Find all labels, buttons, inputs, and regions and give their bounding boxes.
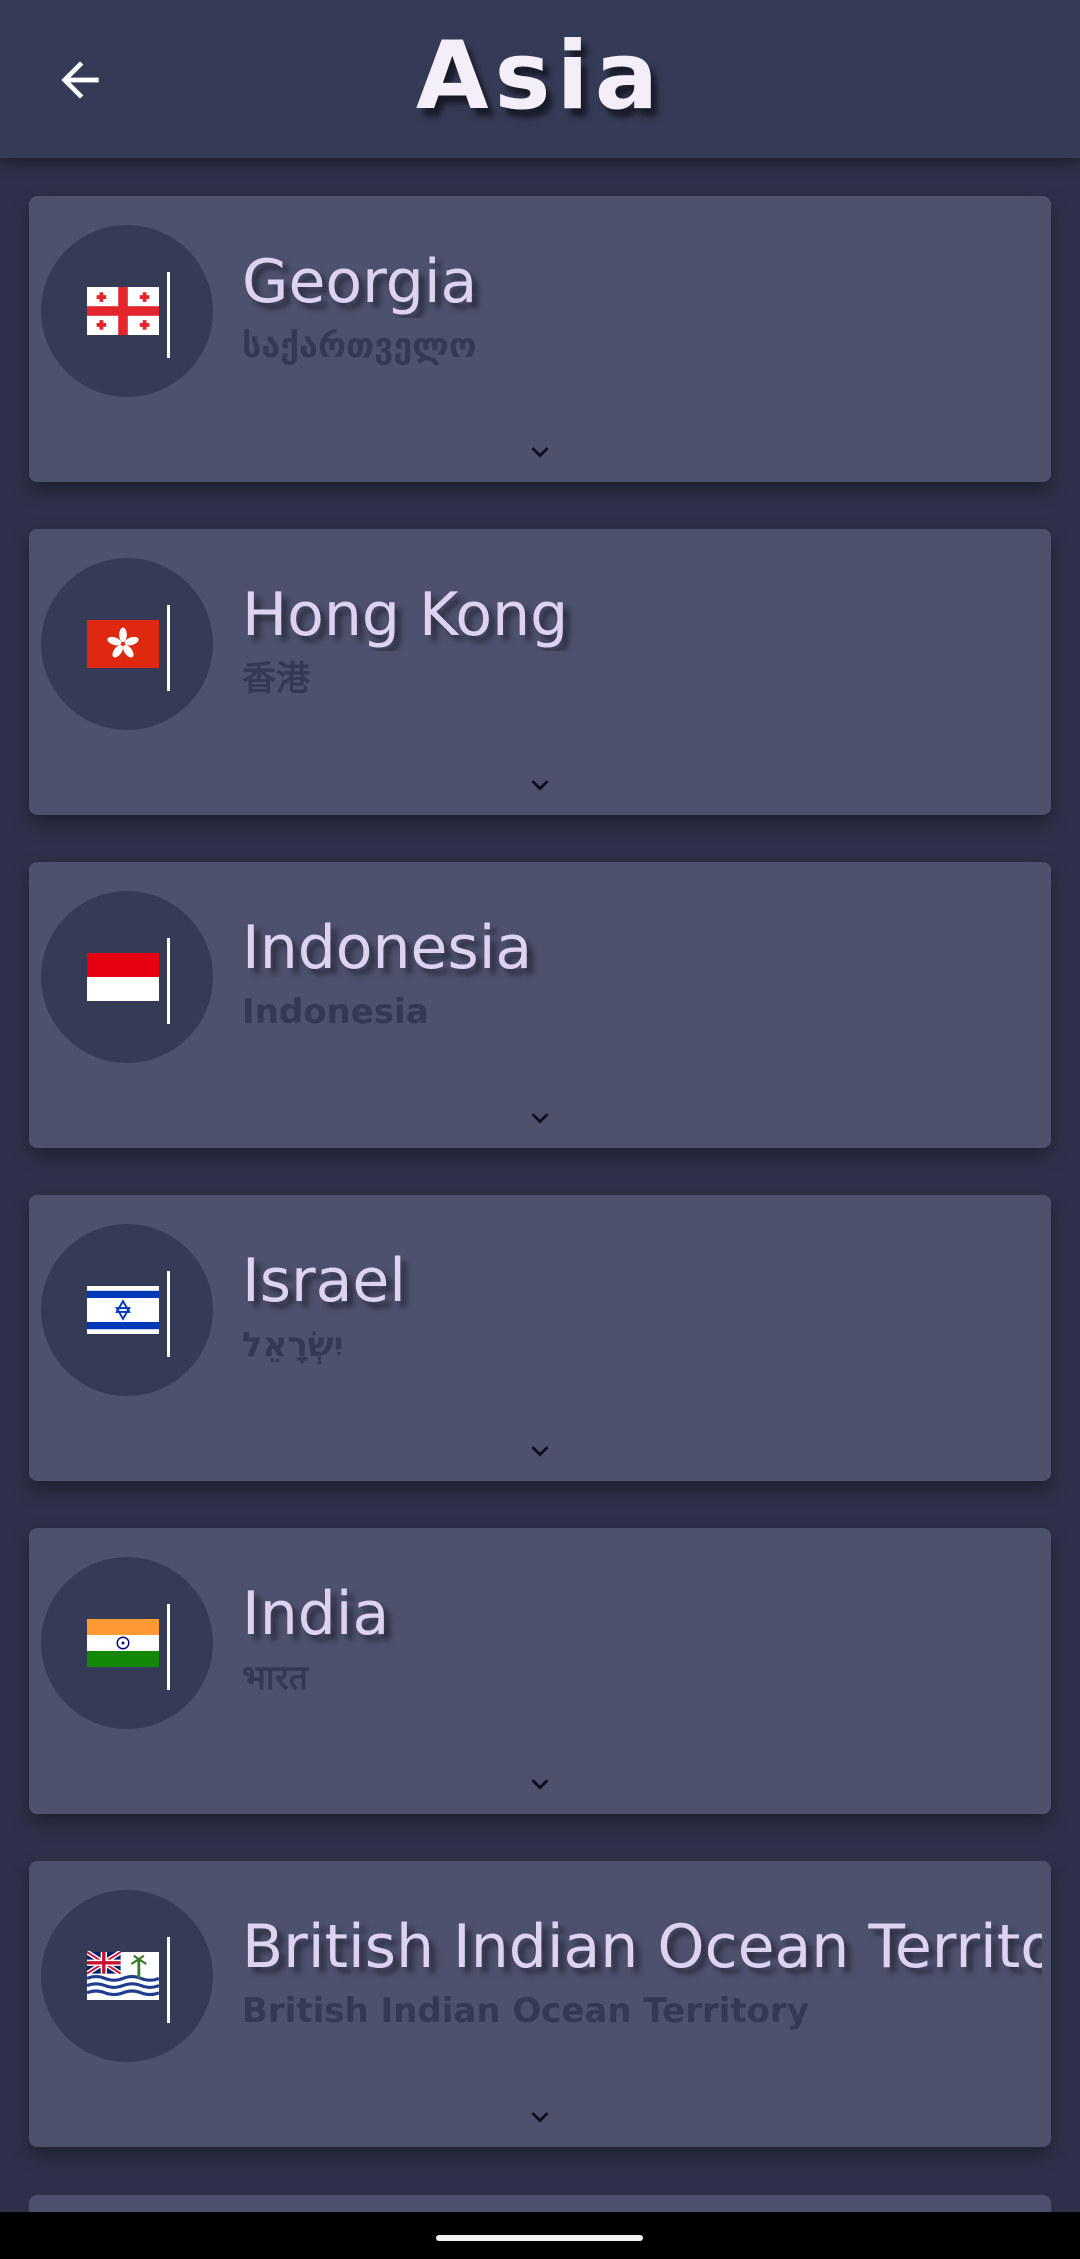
flag-pole — [167, 1937, 170, 2023]
country-name: Indonesia — [242, 913, 533, 983]
hong-kong-flag-icon — [87, 620, 159, 668]
chevron-down-icon — [531, 1779, 549, 1790]
british-indian-ocean-territory-flag-icon — [87, 1951, 159, 2000]
expand-chevron[interactable] — [520, 1098, 560, 1138]
country-card-india[interactable]: India भारत — [29, 1528, 1051, 1814]
country-name: Georgia — [242, 247, 478, 317]
chevron-down-icon — [531, 1113, 549, 1124]
flag-avatar — [41, 558, 213, 730]
native-name: יִשְׂרָאֵל — [242, 1325, 344, 1365]
chevron-down-icon — [531, 780, 549, 791]
country-name: Israel — [242, 1246, 406, 1316]
israel-flag-icon — [87, 1286, 159, 1334]
expand-chevron[interactable] — [520, 432, 560, 472]
flag-avatar — [41, 1890, 213, 2062]
country-list: Georgia საქართველო Hong Kong 香港 Indonesi… — [29, 196, 1051, 2194]
country-name: British Indian Ocean Territory — [242, 1912, 1042, 1982]
flag-pole — [167, 1271, 170, 1357]
flag-pole — [167, 605, 170, 691]
country-name: India — [242, 1579, 390, 1649]
india-flag-icon — [87, 1619, 159, 1667]
screen: Asia Georgia საქართველო Hong Kong 香港 Ind… — [0, 0, 1080, 2259]
expand-chevron[interactable] — [520, 1764, 560, 1804]
expand-chevron[interactable] — [520, 765, 560, 805]
native-name: Indonesia — [242, 992, 429, 1032]
native-name: საქართველო — [242, 326, 477, 366]
flag-avatar — [41, 891, 213, 1063]
native-name: भारत — [242, 1658, 308, 1698]
chevron-down-icon — [531, 2112, 549, 2123]
indonesia-flag-icon — [87, 953, 159, 1001]
flag-avatar — [41, 225, 213, 397]
page-title: Asia — [415, 22, 665, 131]
flag-pole — [167, 272, 170, 358]
chevron-down-icon — [531, 447, 549, 458]
native-name: 香港 — [242, 659, 310, 699]
flag-avatar — [41, 1224, 213, 1396]
country-card-british-indian-ocean-territory[interactable]: British Indian Ocean Territory British I… — [29, 1861, 1051, 2147]
app-bar: Asia — [0, 0, 1080, 158]
country-card-hong-kong[interactable]: Hong Kong 香港 — [29, 529, 1051, 815]
native-name: British Indian Ocean Territory — [242, 1991, 809, 2031]
expand-chevron[interactable] — [520, 2097, 560, 2137]
country-name: Hong Kong — [242, 580, 569, 650]
flag-pole — [167, 1604, 170, 1690]
georgia-flag-icon — [87, 287, 159, 335]
flag-pole — [167, 938, 170, 1024]
country-card-israel[interactable]: Israel יִשְׂרָאֵל — [29, 1195, 1051, 1481]
chevron-down-icon — [531, 1446, 549, 1457]
expand-chevron[interactable] — [520, 1431, 560, 1471]
flag-avatar — [41, 1557, 213, 1729]
country-card-indonesia[interactable]: Indonesia Indonesia — [29, 862, 1051, 1148]
country-card-georgia[interactable]: Georgia საქართველო — [29, 196, 1051, 482]
home-indicator[interactable] — [436, 2235, 643, 2241]
